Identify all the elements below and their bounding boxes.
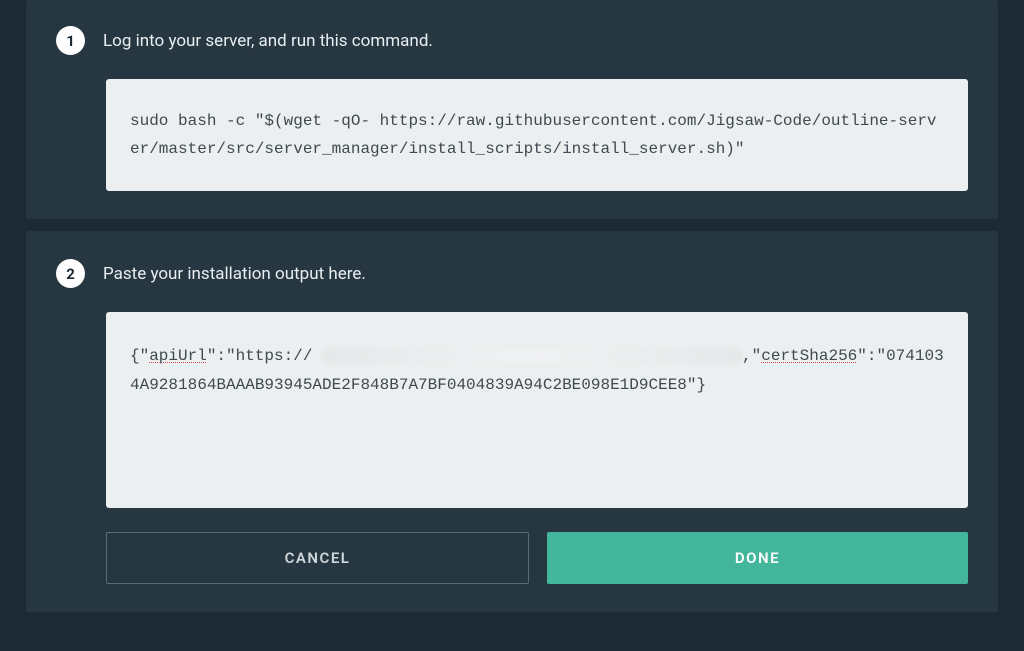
redacted-url-icon: [322, 348, 742, 364]
cancel-button[interactable]: CANCEL: [106, 532, 529, 584]
step-2-label: Paste your installation output here.: [103, 264, 366, 284]
output-apiurl-key: apiUrl: [149, 347, 207, 365]
step-2-badge: 2: [56, 259, 85, 288]
output-brace: {": [130, 347, 149, 365]
step-1-label: Log into your server, and run this comma…: [103, 31, 433, 51]
button-row: CANCEL DONE: [106, 532, 968, 584]
step-2-header: 2 Paste your installation output here.: [56, 259, 968, 288]
output-post-redact: ,": [742, 347, 761, 365]
step-2-panel: 2 Paste your installation output here. {…: [26, 231, 998, 612]
done-button[interactable]: DONE: [547, 532, 968, 584]
step-1-badge: 1: [56, 26, 85, 55]
install-command-box[interactable]: sudo bash -c "$(wget -qO- https://raw.gi…: [106, 79, 968, 191]
step-1-panel: 1 Log into your server, and run this com…: [26, 0, 998, 219]
installation-output-input[interactable]: {"apiUrl":"https:// ,"certSha256":"07410…: [106, 312, 968, 508]
step-1-header: 1 Log into your server, and run this com…: [56, 26, 968, 55]
output-certsha-key: certSha256: [761, 347, 857, 365]
output-apiurl-mid: ":"https://: [207, 347, 313, 365]
